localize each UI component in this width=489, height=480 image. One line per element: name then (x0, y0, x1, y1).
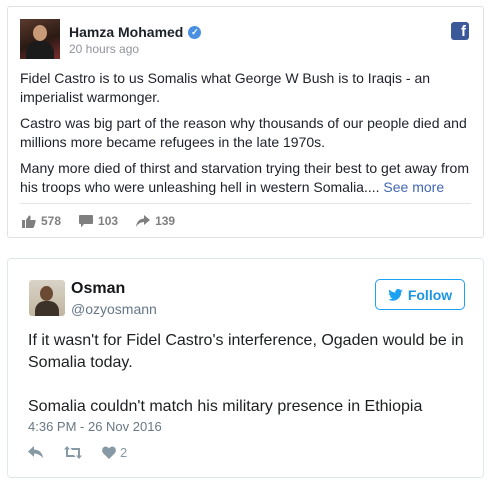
post-body: Fidel Castro is to us Somalis what Georg… (20, 69, 475, 204)
follow-button[interactable]: Follow (375, 279, 465, 310)
retweet-button[interactable] (64, 446, 82, 459)
shares-stat[interactable]: 139 (136, 214, 175, 228)
tweet-paragraph: If it wasn't for Fidel Castro's interfer… (28, 332, 464, 371)
tweet-timestamp[interactable]: 4:36 PM - 26 Nov 2016 (28, 419, 162, 434)
facebook-logo-icon[interactable]: f (451, 22, 469, 40)
divider (20, 203, 471, 204)
shares-count: 139 (155, 214, 176, 228)
facebook-post-card: Hamza Mohamed ✓ 20 hours ago f Fidel Cas… (7, 6, 484, 238)
tweet-author-avatar[interactable] (29, 280, 65, 316)
tweet-card: Osman @ozyosmann Follow If it wasn't for… (7, 258, 484, 478)
post-paragraph: Castro was big part of the reason why th… (20, 115, 467, 150)
post-timestamp[interactable]: 20 hours ago (69, 42, 139, 56)
comments-count: 103 (98, 214, 119, 228)
reply-button[interactable] (28, 446, 44, 459)
author-name[interactable]: Hamza Mohamed (69, 24, 183, 40)
see-more-link[interactable]: See more (383, 179, 444, 195)
like-button[interactable]: 2 (102, 445, 127, 460)
author-avatar[interactable] (20, 19, 60, 59)
verified-badge-icon: ✓ (188, 25, 202, 39)
follow-label: Follow (407, 286, 453, 303)
heart-icon (102, 446, 116, 459)
likes-count: 578 (41, 214, 62, 228)
tweet-body: If it wasn't for Fidel Castro's interfer… (28, 330, 468, 418)
author-name-row: Hamza Mohamed ✓ (69, 24, 202, 40)
tweet-actions: 2 (28, 445, 127, 460)
engagement-stats: 578 103 139 (22, 214, 175, 228)
comments-stat[interactable]: 103 (79, 214, 118, 228)
tweet-paragraph: Somalia couldn't match his military pres… (28, 398, 423, 415)
post-paragraph: Many more died of thirst and starvation … (20, 160, 469, 195)
tweet-author-name[interactable]: Osman (71, 280, 125, 298)
post-paragraph: Fidel Castro is to us Somalis what Georg… (20, 70, 431, 105)
twitter-bird-icon (388, 288, 403, 301)
likes-stat[interactable]: 578 (22, 214, 61, 228)
reply-icon (28, 446, 43, 458)
like-icon (22, 215, 36, 228)
share-icon (136, 215, 151, 227)
tweet-author-handle[interactable]: @ozyosmann (71, 301, 157, 317)
likes-count: 2 (120, 445, 128, 460)
retweet-icon (64, 446, 82, 459)
comment-icon (79, 214, 94, 227)
